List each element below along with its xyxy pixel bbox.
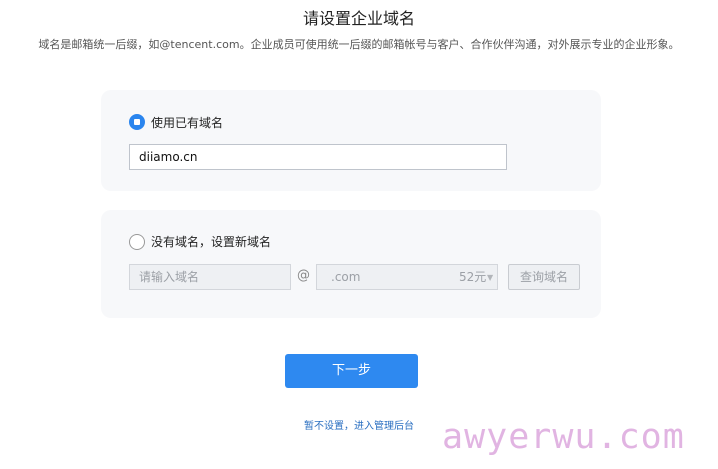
domain-suffix-value: .com — [331, 270, 361, 284]
domain-price: 52元 — [459, 270, 487, 284]
new-domain-card: 没有域名，设置新域名 请输入域名 @ .com 52元 ▼ 查询域名 — [101, 210, 601, 318]
new-domain-name-input[interactable]: 请输入域名 — [129, 264, 291, 290]
radio-checked-icon[interactable] — [129, 114, 145, 130]
caret-down-icon: ▼ — [487, 273, 494, 282]
existing-domain-card: 使用已有域名 — [101, 90, 601, 191]
at-sign: @ — [297, 268, 310, 283]
query-domain-button[interactable]: 查询域名 — [508, 264, 580, 290]
existing-domain-input[interactable] — [129, 144, 507, 170]
next-step-button[interactable]: 下一步 — [285, 354, 418, 388]
new-domain-label[interactable]: 没有域名，设置新域名 — [151, 233, 271, 250]
watermark: awyerwu.com — [442, 417, 685, 457]
page-description: 域名是邮箱统一后缀，如@tencent.com。企业成员可使用统一后缀的邮箱帐号… — [38, 38, 680, 51]
radio-unchecked-icon[interactable] — [129, 234, 145, 250]
domain-suffix-select[interactable]: .com 52元 ▼ — [316, 264, 498, 290]
existing-domain-label[interactable]: 使用已有域名 — [151, 114, 223, 131]
page-title: 请设置企业域名 — [302, 9, 415, 28]
